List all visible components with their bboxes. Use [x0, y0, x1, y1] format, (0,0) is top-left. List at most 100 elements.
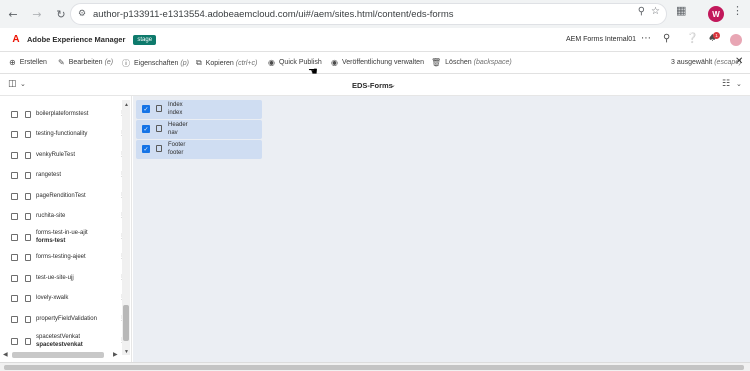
- row-checkbox[interactable]: [11, 172, 18, 179]
- list-item[interactable]: testing-functionality ⋮: [0, 126, 125, 146]
- view-title[interactable]: EDS-Forms: [352, 81, 393, 90]
- url-text[interactable]: author-p133911-e1313554.adobeaemcloud.co…: [93, 9, 454, 20]
- row-checkbox[interactable]: [11, 275, 18, 282]
- column-view-icon[interactable]: ☷: [722, 79, 730, 89]
- edit-button[interactable]: ✎ Bearbeiten (e): [58, 58, 113, 67]
- close-selection-icon[interactable]: ✕: [735, 56, 743, 67]
- list-item[interactable]: rangetest ⋮: [0, 167, 125, 187]
- help-icon[interactable]: ❔: [686, 33, 698, 44]
- row-checkbox[interactable]: [11, 131, 18, 138]
- row-title: testing-functionality: [36, 131, 88, 137]
- site-info-icon[interactable]: ⚙: [71, 9, 93, 19]
- row-checkbox[interactable]: [11, 295, 18, 302]
- row-title: spacetestVenkat: [36, 334, 81, 340]
- create-button[interactable]: ⊕ Erstellen: [9, 58, 47, 67]
- create-label: Erstellen: [19, 59, 47, 66]
- row-subtitle: footer: [168, 150, 184, 156]
- rail-toggle-icon[interactable]: ◫: [8, 79, 17, 89]
- row-checkbox[interactable]: [11, 316, 18, 323]
- bookmark-star-icon[interactable]: ☆: [651, 6, 660, 17]
- vertical-scrollbar[interactable]: [122, 100, 130, 355]
- chevron-down-icon[interactable]: ⌄: [390, 81, 396, 89]
- page-icon: [25, 193, 31, 200]
- app-name[interactable]: Adobe Experience Manager: [27, 35, 125, 44]
- page-icon: [25, 111, 31, 118]
- address-bar[interactable]: ⚙ author-p133911-e1313554.adobeaemcloud.…: [70, 3, 667, 25]
- row-checkbox-checked[interactable]: ✓: [142, 125, 150, 133]
- manage-publication-button[interactable]: ◉ Veröffentlichung verwalten: [331, 58, 424, 67]
- delete-button[interactable]: 🗑 Löschen (backspace): [431, 58, 512, 67]
- page-horizontal-scrollbar[interactable]: [0, 362, 750, 371]
- list-item[interactable]: venkyRuleTest ⋮: [0, 147, 125, 167]
- edit-shortcut: (e): [104, 59, 114, 66]
- row-checkbox-checked[interactable]: ✓: [142, 145, 150, 153]
- row-checkbox[interactable]: [11, 254, 18, 261]
- scrollbar-thumb[interactable]: [123, 305, 129, 341]
- list-item[interactable]: test-ue-site-ujj ⋮: [0, 270, 125, 290]
- page-icon: [25, 338, 31, 345]
- horizontal-scrollbar[interactable]: ◀ ▶: [0, 351, 118, 359]
- properties-button[interactable]: ⓘ Eigenschaften (p): [122, 58, 189, 69]
- scrollbar-thumb[interactable]: [4, 365, 744, 370]
- page-icon: [25, 213, 31, 220]
- forward-arrow-icon[interactable]: →: [26, 3, 48, 25]
- browser-menu-icon[interactable]: ⋮: [732, 4, 743, 17]
- scroll-down-arrow-icon[interactable]: ▼: [124, 349, 129, 355]
- plus-icon: ⊕: [9, 58, 16, 67]
- row-checkbox[interactable]: [11, 213, 18, 220]
- list-item[interactable]: boilerplateformstest ⋮: [0, 106, 125, 126]
- list-item[interactable]: ✓ Header nav: [136, 120, 262, 139]
- search-icon[interactable]: ⚲: [663, 33, 670, 44]
- edit-label: Bearbeiten: [68, 59, 103, 66]
- adobe-logo-icon[interactable]: A: [11, 34, 21, 45]
- apps-grid-icon[interactable]: ⋯: [641, 33, 651, 44]
- scroll-right-arrow-icon[interactable]: ▶: [113, 351, 118, 358]
- properties-label: Eigenschaften: [134, 60, 179, 67]
- column-browser: boilerplateformstest ⋮ testing-functiona…: [0, 96, 750, 362]
- back-arrow-icon[interactable]: ←: [2, 3, 24, 25]
- row-title: lovely-xwalk: [36, 295, 69, 301]
- reload-icon[interactable]: ↻: [50, 3, 72, 25]
- row-checkbox[interactable]: [11, 234, 18, 241]
- chevron-down-icon[interactable]: ⌄: [736, 80, 742, 88]
- action-bar: ⊕ Erstellen ✎ Bearbeiten (e) ⓘ Eigenscha…: [0, 52, 750, 74]
- list-item[interactable]: forms-test-in-ue-ajit forms-test ⋮: [0, 228, 125, 248]
- list-item[interactable]: lovely-xwalk ⋮: [0, 290, 125, 310]
- edit-icon: ✎: [58, 58, 65, 67]
- row-title: Index: [168, 102, 183, 108]
- copy-shortcut: (ctrl+c): [235, 59, 258, 67]
- list-item[interactable]: propertyFieldValidation ⋮: [0, 311, 125, 331]
- row-checkbox[interactable]: [11, 193, 18, 200]
- row-checkbox-checked[interactable]: ✓: [142, 105, 150, 113]
- row-checkbox[interactable]: [11, 111, 18, 118]
- page-icon: [25, 172, 31, 179]
- extensions-icon[interactable]: ▦: [676, 4, 686, 17]
- list-item[interactable]: spacetestVenkat spacetestvenkat ⋮: [0, 332, 125, 352]
- list-item[interactable]: ✓ Index index: [136, 100, 262, 119]
- aem-shell-header: A Adobe Experience Manager stage AEM For…: [0, 28, 750, 52]
- column-eds-forms: ✓ Index index ✓ Header nav ✓ Footer foot…: [133, 96, 750, 362]
- org-switcher[interactable]: AEM Forms Internal01: [566, 36, 636, 43]
- row-title: propertyFieldValidation: [36, 316, 97, 322]
- scroll-left-arrow-icon[interactable]: ◀: [3, 351, 8, 358]
- column-view-header: ◫ ⌄ EDS-Forms ⌄ ☷ ⌄: [0, 74, 750, 96]
- row-title: Footer: [168, 142, 186, 148]
- row-checkbox[interactable]: [11, 152, 18, 159]
- list-item[interactable]: ✓ Footer footer: [136, 140, 262, 159]
- copy-button[interactable]: ⧉ Kopieren (ctrl+c): [196, 58, 257, 68]
- user-avatar[interactable]: [730, 34, 742, 46]
- row-title: ruchita-site: [36, 213, 66, 219]
- page-icon: [25, 295, 31, 302]
- chevron-down-icon[interactable]: ⌄: [20, 80, 26, 88]
- info-icon: ⓘ: [122, 59, 130, 68]
- scrollbar-thumb[interactable]: [12, 352, 104, 358]
- list-item[interactable]: ruchita-site ⋮: [0, 208, 125, 228]
- profile-avatar[interactable]: W: [708, 6, 724, 22]
- list-item[interactable]: forms-testing-ajeet ⋮: [0, 249, 125, 269]
- scroll-up-arrow-icon[interactable]: ▲: [124, 102, 129, 108]
- list-item[interactable]: pageRenditionTest ⋮: [0, 188, 125, 208]
- notification-count-badge: 1: [713, 32, 720, 39]
- page-icon: [25, 131, 31, 138]
- row-checkbox[interactable]: [11, 338, 18, 345]
- zoom-search-icon[interactable]: ⚲: [638, 6, 645, 17]
